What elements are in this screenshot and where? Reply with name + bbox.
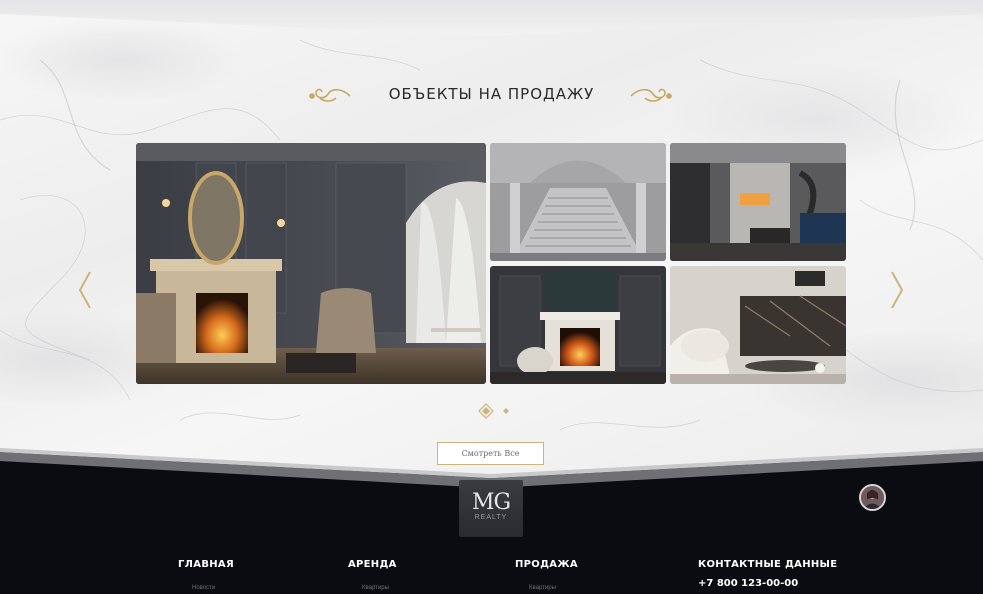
avatar-icon[interactable] <box>859 484 886 511</box>
pagination-dot-icon[interactable] <box>478 403 494 419</box>
gallery-image-4[interactable] <box>490 266 666 384</box>
chevron-left-icon[interactable] <box>76 270 94 310</box>
footer-link-home[interactable]: ГЛАВНАЯ <box>178 559 234 570</box>
section-title: ОБЪЕКТЫ НА ПРОДАЖУ <box>388 85 595 103</box>
carousel-pagination <box>478 403 509 419</box>
chevron-right-icon[interactable] <box>888 270 906 310</box>
footer-contacts-title: КОНТАКТНЫЕ ДАННЫЕ <box>698 559 838 570</box>
footer-link-rent[interactable]: АРЕНДА <box>348 559 397 570</box>
flourish-icon <box>630 88 672 102</box>
interior-image <box>490 266 666 384</box>
logo-subtext: REALTY <box>474 514 508 521</box>
pagination-dot-icon[interactable] <box>503 408 509 414</box>
gallery-image-3[interactable] <box>670 143 846 261</box>
interior-image <box>490 143 666 261</box>
interior-image <box>136 143 486 384</box>
gallery-image-5[interactable] <box>670 266 846 384</box>
footer-sublink-sale-apartments[interactable]: Квартиры <box>529 585 556 591</box>
section-header: ОБЪЕКТЫ НА ПРОДАЖУ <box>0 82 983 106</box>
interior-image <box>670 266 846 384</box>
footer-phone[interactable]: +7 800 123-00-00 <box>698 578 798 589</box>
avatar-image <box>861 486 884 509</box>
footer-sublink-rent-apartments[interactable]: Квартиры <box>362 585 389 591</box>
interior-image <box>670 143 846 261</box>
gallery-image-main[interactable] <box>136 143 486 384</box>
property-gallery <box>136 143 846 384</box>
gallery-image-2[interactable] <box>490 143 666 261</box>
flourish-icon <box>309 88 351 102</box>
site-logo[interactable]: MG REALTY <box>459 480 523 537</box>
footer-sublink-news[interactable]: Новости <box>192 585 215 591</box>
footer-link-sale[interactable]: ПРОДАЖА <box>515 559 578 570</box>
